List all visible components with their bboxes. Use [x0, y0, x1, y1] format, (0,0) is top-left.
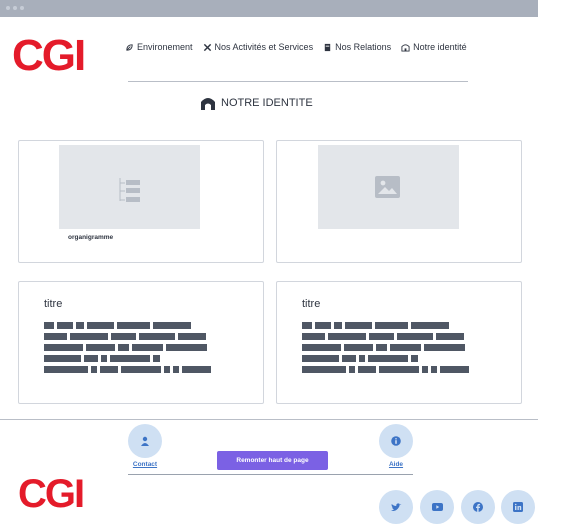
help-button[interactable] [379, 424, 413, 458]
footer-links-underline [128, 474, 413, 475]
nav-item-label: Nos Relations [335, 42, 392, 52]
nav-item-environement[interactable]: Environement [125, 42, 193, 52]
org-chart-icon [119, 178, 140, 202]
card-titre-left[interactable]: titre [18, 281, 264, 404]
window-dot [6, 6, 10, 10]
footer-divider [0, 419, 538, 420]
contact-link[interactable]: Contact [122, 461, 168, 468]
cgi-logo[interactable]: CGI [12, 34, 86, 78]
image-placeholder [318, 145, 459, 229]
person-icon [141, 436, 149, 446]
youtube-icon [431, 503, 443, 511]
nav-item-activites[interactable]: Nos Activités et Services [203, 42, 314, 52]
image-placeholder [59, 145, 200, 229]
back-to-top-button[interactable]: Remonter haut de page [217, 451, 328, 470]
card-image[interactable] [276, 140, 522, 263]
section-title-text: NOTRE IDENTITE [221, 97, 313, 109]
page-title: NOTRE IDENTITE [200, 96, 313, 110]
text-placeholder [44, 322, 219, 377]
building-icon [401, 43, 410, 52]
book-icon [324, 43, 331, 51]
info-icon [391, 436, 401, 446]
arch-building-icon [201, 98, 215, 110]
text-placeholder [302, 322, 477, 377]
linkedin-icon [513, 502, 523, 512]
leaf-icon [126, 43, 133, 51]
facebook-icon [473, 502, 483, 512]
main-nav: Environement Nos Activités et Services N… [125, 42, 467, 52]
nav-item-label: Environement [137, 42, 193, 52]
image-icon [375, 176, 400, 198]
help-link[interactable]: Aide [373, 461, 419, 468]
window-top-bar [0, 0, 538, 17]
facebook-button[interactable] [461, 490, 495, 524]
card-organigramme[interactable]: organigramme [18, 140, 264, 263]
nav-item-label: Nos Activités et Services [214, 42, 314, 52]
window-dot [20, 6, 24, 10]
window-dot [13, 6, 17, 10]
card-titre-right[interactable]: titre [276, 281, 522, 404]
twitter-icon [390, 502, 401, 511]
linkedin-button[interactable] [501, 490, 535, 524]
card-title: titre [44, 298, 63, 310]
cgi-logo-footer: CGI [18, 472, 85, 516]
header-divider [128, 81, 468, 82]
youtube-button[interactable] [420, 490, 454, 524]
tools-icon [203, 43, 211, 51]
twitter-button[interactable] [379, 490, 413, 524]
card-title: titre [302, 298, 321, 310]
nav-item-identite[interactable]: Notre identité [401, 42, 467, 52]
nav-item-relations[interactable]: Nos Relations [323, 42, 391, 52]
card-caption: organigramme [68, 234, 114, 241]
nav-item-label: Notre identité [413, 42, 467, 52]
contact-button[interactable] [128, 424, 162, 458]
